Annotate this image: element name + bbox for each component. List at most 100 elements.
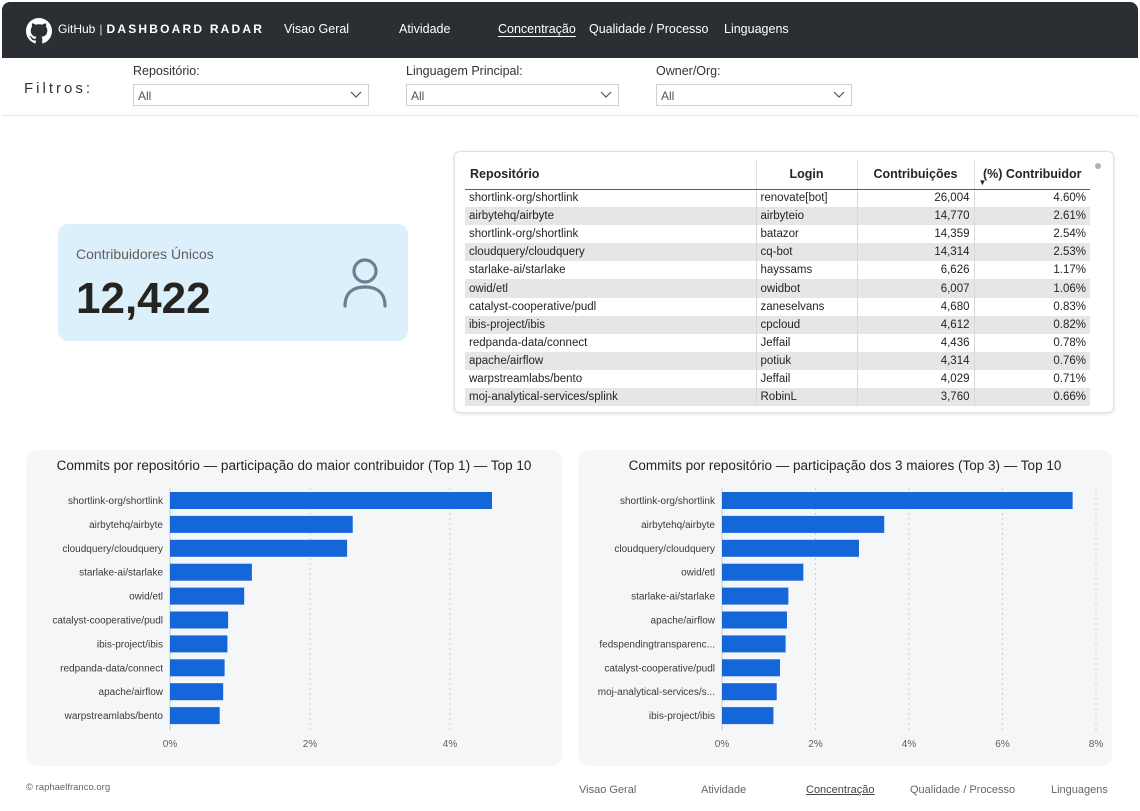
table-row[interactable]: ibis-project/ibis cpcloud 4,612 0.82% <box>465 315 1090 334</box>
filter-owner-select[interactable]: All <box>656 84 852 106</box>
footer-nav-visao-geral[interactable]: Visao Geral <box>579 784 636 796</box>
table-row[interactable]: warpstreamlabs/bento Jeffail 4,029 0.71% <box>465 369 1090 389</box>
bar[interactable] <box>170 635 228 653</box>
x-tick-label: 2% <box>303 739 318 750</box>
cell-login: potiuk <box>756 351 858 370</box>
kpi-card-contribuidores: Contribuidores Únicos 12,422 <box>58 224 408 341</box>
filter-linguagem-value: All <box>411 89 425 103</box>
footer-nav-concentracao[interactable]: Concentração <box>806 784 875 796</box>
cell-contribuicoes: 4,436 <box>857 333 975 352</box>
category-label: airbytehq/airbyte <box>641 520 715 531</box>
table-row[interactable]: cloudquery/cloudquery cq-bot 14,314 2.53% <box>465 243 1090 262</box>
cell-percent: 0.71% <box>1053 372 1086 385</box>
bar[interactable] <box>170 492 492 509</box>
cell-repositorio: catalyst-cooperative/pudl <box>465 297 757 316</box>
category-label: cloudquery/cloudquery <box>614 544 715 555</box>
category-label: owid/etl <box>129 592 163 603</box>
bar[interactable] <box>722 659 780 677</box>
cell-percent: 1.17% <box>1053 264 1086 277</box>
scrollbar-handle[interactable] <box>1095 163 1101 169</box>
category-label: catalyst-cooperative/pudl <box>604 663 715 674</box>
x-tick-label: 6% <box>995 739 1010 750</box>
category-label: apache/airflow <box>651 616 716 627</box>
cell-percent: 0.82% <box>974 315 1090 334</box>
table-row[interactable]: catalyst-cooperative/pudl zaneselvans 4,68… <box>465 297 1090 316</box>
chart-card-top1: Commits por repositório — participação d… <box>26 450 562 766</box>
bar[interactable] <box>722 587 789 605</box>
bar[interactable] <box>722 563 804 581</box>
category-label: cloudquery/cloudquery <box>62 544 163 555</box>
cell-contribuicoes: 4,680 <box>857 297 975 316</box>
bar[interactable] <box>722 492 1073 509</box>
filter-repositorio-label: Repositório: <box>133 64 200 78</box>
nav-qualidade-processo[interactable]: Qualidade / Processo <box>589 22 709 36</box>
copyright: © raphaelfranco.org <box>26 782 111 793</box>
cell-repositorio: moj-analytical-services/splink <box>465 388 757 407</box>
bar[interactable] <box>170 587 245 605</box>
bar[interactable] <box>170 515 353 533</box>
cell-login: owidbot <box>756 279 858 298</box>
category-label: starlake-ai/starlake <box>79 568 163 579</box>
cell-login: zaneselvans <box>756 297 858 316</box>
bar[interactable] <box>170 683 224 701</box>
chevron-down-icon <box>600 91 612 98</box>
bar[interactable] <box>722 611 787 629</box>
table-row[interactable]: moj-analytical-services/splink RobinL 3,76… <box>465 388 1090 407</box>
cell-percent: 4.60% <box>1053 192 1086 205</box>
bar[interactable] <box>722 635 786 653</box>
cell-login: Jeffail <box>756 333 858 352</box>
category-label: airbytehq/airbyte <box>89 520 163 531</box>
cell-login: cq-bot <box>756 243 858 262</box>
cell-contribuicoes: 4,612 <box>857 315 975 334</box>
table-row[interactable]: shortlink-org/shortlink batazor 14,359 2.54… <box>465 225 1090 244</box>
table-row[interactable]: airbytehq/airbyte airbyteio 14,770 2.61% <box>465 207 1090 226</box>
bar[interactable] <box>170 707 220 725</box>
cell-contribuicoes: 4,029 <box>857 369 975 389</box>
github-logo-icon[interactable] <box>26 18 52 44</box>
category-label: fedspendingtransparenc... <box>599 639 715 650</box>
nav-visao-geral[interactable]: Visao Geral <box>284 22 349 36</box>
table-row[interactable]: shortlink-org/shortlink renovate[bot] 26,0… <box>465 189 1090 208</box>
cell-repositorio: shortlink-org/shortlink <box>465 189 757 208</box>
table-row[interactable]: owid/etl owidbot 6,007 1.06% <box>465 279 1090 298</box>
cell-contribuicoes: 14,359 <box>857 225 975 244</box>
bar[interactable] <box>722 707 774 725</box>
column-header-percent[interactable]: (%) Contribuidor ▼ <box>974 160 1090 190</box>
filter-linguagem-select[interactable]: All <box>406 84 619 106</box>
filter-repositorio-select[interactable]: All <box>133 84 369 106</box>
cell-login: Jeffail <box>756 369 858 389</box>
column-header-contribuicoes[interactable]: Contribuições <box>857 160 975 190</box>
nav-concentracao[interactable]: Concentração <box>498 22 576 36</box>
bar[interactable] <box>722 683 777 701</box>
top-nav-bar: GitHub | DASHBOARD RADAR Visao Geral Ativi… <box>2 2 1138 58</box>
bar-chart-top1: 0% 2% 4% shortlink-org/shortlink airbytehq/a… <box>52 488 492 750</box>
cell-login: hayssams <box>756 261 858 280</box>
cell-login: airbyteio <box>756 207 858 226</box>
footer-nav-atividade[interactable]: Atividade <box>701 784 746 796</box>
column-header-repositorio[interactable]: Repositório <box>465 160 757 190</box>
bar[interactable] <box>170 563 252 581</box>
bar[interactable] <box>722 515 885 533</box>
table-row[interactable]: apache/airflow potiuk 4,314 0.76% <box>465 351 1090 370</box>
cell-repositorio: starlake-ai/starlake <box>465 261 757 280</box>
cell-repositorio: cloudquery/cloudquery <box>465 243 757 262</box>
footer-nav-qualidade-processo[interactable]: Qualidade / Processo <box>910 784 1015 796</box>
bar[interactable] <box>722 539 859 557</box>
x-tick-label: 0% <box>715 739 730 750</box>
bar[interactable] <box>170 611 229 629</box>
cell-percent: 1.06% <box>974 279 1090 298</box>
column-header-login[interactable]: Login <box>756 160 858 190</box>
bar[interactable] <box>170 659 225 677</box>
cell-login: batazor <box>756 225 858 244</box>
table-row[interactable]: redpanda-data/connect Jeffail 4,436 0.78% <box>465 333 1090 352</box>
table-header-row: Repositório Login Contribuições (%) Cont… <box>465 160 1090 190</box>
nav-linguagens[interactable]: Linguagens <box>724 22 789 36</box>
nav-atividade[interactable]: Atividade <box>399 22 450 36</box>
footer-nav-linguagens[interactable]: Linguagens <box>1051 784 1108 796</box>
bar[interactable] <box>170 539 348 557</box>
user-icon <box>343 258 387 308</box>
cell-contribuicoes: 14,770 <box>857 207 975 226</box>
cell-repositorio: apache/airflow <box>465 351 757 370</box>
brand-separator: | <box>99 22 103 36</box>
table-row[interactable]: starlake-ai/starlake hayssams 6,626 1.17% <box>465 261 1090 280</box>
